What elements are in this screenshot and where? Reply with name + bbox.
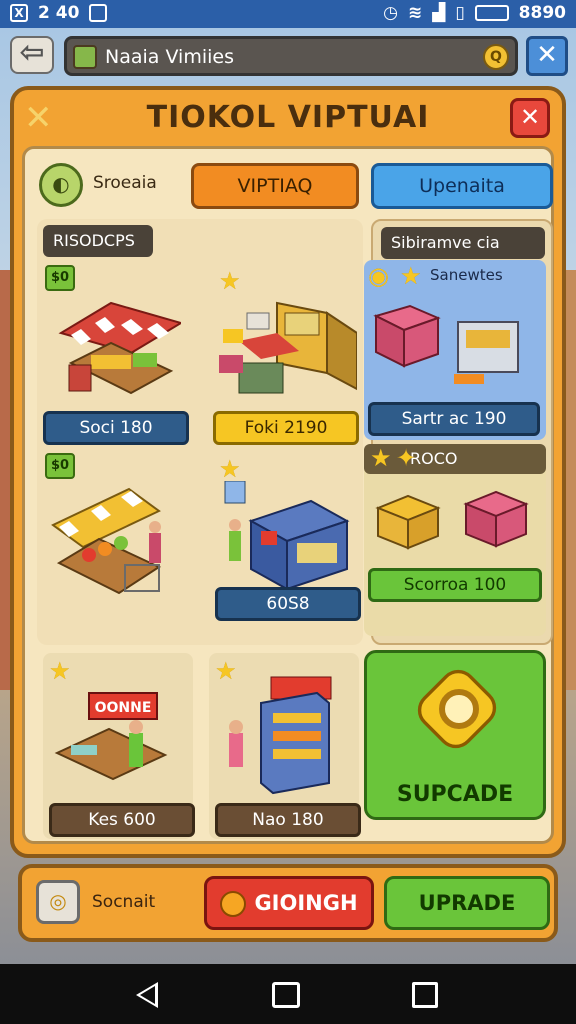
star-icon: ★ (370, 444, 392, 472)
sparkle-icon: ✦ (396, 444, 417, 472)
shop-card-stall[interactable]: $0 Soci 180 (43, 263, 193, 445)
card-label: 60S8 (215, 587, 361, 621)
coin-bag-icon[interactable]: ◎ (36, 880, 80, 924)
tab-viptiaq[interactable]: VIPTIAQ (191, 163, 359, 209)
status-right: ◷ ≋ ▟ ▯ 8890 (383, 3, 566, 23)
counter-icon: OONNE (54, 692, 168, 781)
price-badge: $0 (45, 265, 75, 291)
search-bar[interactable]: Naaia Vimiies Q (64, 36, 518, 76)
status-bar: X 2 40 ◷ ≋ ▟ ▯ 8890 (0, 0, 576, 28)
vending-machine-icon (224, 481, 350, 591)
card-label: Scorroa 100 (368, 568, 542, 602)
shop-card-counter[interactable]: ★ OONNE Kes 600 (43, 653, 195, 839)
bottom-caption: Socnait (92, 892, 156, 912)
going-button-label: GIOINGH (254, 891, 358, 915)
upgrade-card-button[interactable]: SUPCADE (364, 650, 546, 820)
coin-icon: ◐ (39, 163, 83, 207)
upgrade-card-label: SUPCADE (396, 782, 514, 807)
badge-core-icon (439, 689, 479, 729)
vibrate-icon: ▯ (455, 3, 465, 23)
cube-icon (73, 45, 97, 69)
nav-back-icon-inner (140, 986, 155, 1004)
battery-icon (474, 5, 509, 21)
left-section-header: RISODCPS (43, 225, 153, 257)
cash-register-icon (373, 304, 519, 384)
card-label: Foki 2190 (213, 411, 359, 445)
panel-title: TIOKOL VIPTUAI (146, 100, 430, 135)
shop-card-shelf[interactable]: ★ Nao 180 (209, 653, 361, 839)
card-label: Kes 600 (49, 803, 195, 837)
shelf-icon (229, 676, 332, 795)
app-bar: ⇦ Naaia Vimiies Q ✕ (0, 30, 576, 82)
close-app-button[interactable]: ✕ (526, 36, 568, 76)
card-caption: Sanewtes (430, 266, 503, 284)
alarm-icon: ◷ (383, 3, 398, 23)
status-left: X 2 40 (10, 3, 108, 23)
price-badge: $0 (45, 453, 75, 479)
status-time: 2 40 (38, 3, 80, 23)
panel-close-button[interactable]: ✕ (510, 98, 550, 138)
x-app-icon: X (10, 4, 28, 22)
boxes-icon (375, 490, 529, 550)
nav-home-icon[interactable] (272, 982, 300, 1008)
right-section-header: Sibiramve cia (381, 227, 545, 259)
star-icon: ★ (49, 657, 71, 685)
search-text: Naaia Vimiies (105, 46, 234, 68)
back-button[interactable]: ⇦ (10, 36, 54, 74)
status-value: 8890 (518, 3, 566, 23)
store-building-icon (219, 301, 357, 394)
nav-recent-icon[interactable] (412, 982, 438, 1008)
shop-card-boxes[interactable]: ROCO ★ ✦ Scorroa 100 (364, 444, 546, 636)
left-section: RISODCPS $0 Soci 180 ★ Foki 2190 $0 ★ 60… (37, 219, 363, 645)
signal-icon: ▟ (432, 3, 446, 23)
system-nav-bar (0, 964, 576, 1024)
tab-caption: Sroeaia (93, 173, 157, 193)
image-icon (89, 4, 108, 22)
upgrade-button[interactable]: UPRADE (384, 876, 550, 930)
arrow-left-icon: ⇦ (19, 35, 45, 70)
card-label: Soci 180 (43, 411, 189, 445)
card-label: Nao 180 (215, 803, 361, 837)
fruit-stall-icon (51, 487, 162, 595)
shop-card-fruit-stall[interactable]: $0 (43, 451, 193, 639)
market-stall-icon (58, 301, 181, 395)
star-icon: ★ (219, 455, 241, 483)
wifi-icon: ≋ (407, 3, 423, 23)
going-button[interactable]: GIOINGH (204, 876, 374, 930)
star-icon: ★ (400, 262, 422, 290)
coin-icon: ◉ (368, 262, 389, 290)
shop-card-store[interactable]: ★ Foki 2190 (209, 263, 359, 445)
search-icon[interactable]: Q (483, 44, 509, 70)
card-label: Sartr ac 190 (368, 402, 540, 436)
shop-card-register[interactable]: ◉ ★ Sanewtes Sartr ac 190 (364, 260, 546, 440)
tab-upenaita[interactable]: Upenaita (371, 163, 553, 209)
bottom-action-bar: ◎ Socnait GIOINGH UPRADE (18, 864, 558, 942)
flame-icon (220, 891, 247, 917)
star-icon: ★ (219, 267, 241, 295)
shop-card-machine[interactable]: ★ 60S8 (209, 451, 361, 639)
store-sign-text: OONNE (95, 700, 152, 716)
